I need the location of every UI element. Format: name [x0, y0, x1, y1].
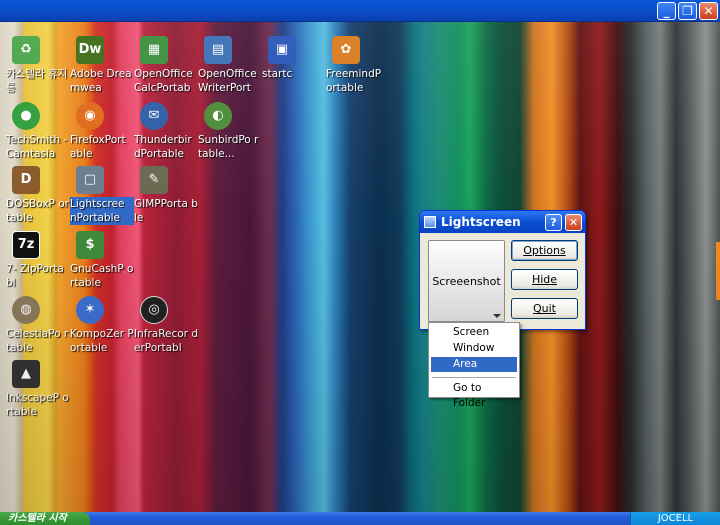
lightscreen-close-button[interactable]: ✕: [565, 214, 582, 231]
desktop-icon-dreamweaver[interactable]: Dw Adobe Dreamwea: [70, 36, 134, 95]
desktop-icon-infrarecorder[interactable]: ◎ InfraRecor derPortabl: [134, 296, 198, 355]
menu-item-area[interactable]: Area: [431, 357, 517, 372]
screenshot-menu: Screen Window Area Go to Folder: [428, 322, 520, 409]
lightscreen-title: Lightscreen: [441, 215, 521, 229]
firefox-icon: ◉: [76, 102, 104, 130]
quit-button[interactable]: Quit: [511, 298, 578, 319]
gnucash-icon: $: [76, 231, 104, 259]
celestia-icon: ◍: [12, 296, 40, 324]
7zip-icon: 7z: [12, 231, 40, 259]
desktop: ♻ 카스텔라 휴지통 ● TechSmith -Camtasia D DOSBo…: [0, 22, 720, 512]
desktop-icon-label: Adobe Dreamwea: [70, 68, 132, 94]
hide-button[interactable]: Hide: [511, 269, 578, 290]
desktop-icon-label: startc: [262, 68, 293, 80]
desktop-icon-sunbird[interactable]: ◐ SunbirdPo rtable...: [198, 102, 262, 161]
desktop-icon-recycle-bin[interactable]: ♻ 카스텔라 휴지통: [6, 36, 70, 95]
desktop-icon-label: KompoZer Portable: [70, 328, 134, 354]
desktop-icon-kompozer[interactable]: ✶ KompoZer Portable: [70, 296, 134, 355]
desktop-icon-7zip[interactable]: 7z 7- ZipPortabl: [6, 231, 70, 290]
thunderbird-icon: ✉: [140, 102, 168, 130]
desktop-icon-label: InkscapeP ortable: [6, 392, 69, 418]
lightscreen-window: Lightscreen ? ✕ Screeenshot Options Hide…: [419, 210, 586, 330]
infrarecorder-icon: ◎: [140, 296, 168, 324]
desktop-icon-camtasia[interactable]: ● TechSmith -Camtasia: [6, 102, 70, 161]
desktop-icon-startc[interactable]: ▣ startc: [262, 36, 326, 81]
desktop-icon-label: 7- ZipPortabl: [6, 263, 64, 289]
menu-separator: [432, 377, 516, 378]
gimp-icon: ✎: [140, 166, 168, 194]
desktop-icon-label: Thunderbir dPortable: [134, 134, 192, 160]
desktop-icon-label: OpenOffice CalcPortab: [134, 68, 193, 94]
desktop-icon-freemind[interactable]: ✿ FreemindP ortable: [326, 36, 390, 95]
lightscreen-icon: ▢: [76, 166, 104, 194]
window-title-bar: _ ❐ ✕: [0, 0, 720, 22]
butterfly-icon: ✿: [332, 36, 360, 64]
help-button[interactable]: ?: [545, 214, 562, 231]
desktop-icon-lightscreen[interactable]: ▢ Lightscree nPortable: [70, 166, 134, 225]
desktop-icon-gnucash[interactable]: $ GnuCashP ortable: [70, 231, 134, 290]
window-controls: _ ❐ ✕: [657, 2, 718, 20]
start-button[interactable]: 카스텔라 시작: [0, 512, 90, 525]
taskbar: 카스텔라 시작 JOCELL: [0, 512, 720, 525]
desktop-icon-label: FreemindP ortable: [326, 68, 382, 94]
desktop-icon-label: 카스텔라 휴지통: [6, 68, 68, 94]
dreamweaver-icon: Dw: [76, 36, 104, 64]
openoffice-calc-icon: ▦: [140, 36, 168, 64]
lightscreen-app-icon: [424, 216, 436, 228]
desktop-icon-firefox[interactable]: ◉ FirefoxPort able: [70, 102, 134, 161]
desktop-icon-openoffice-writer[interactable]: ▤ OpenOffice WriterPort: [198, 36, 262, 95]
camtasia-icon: ●: [12, 102, 40, 130]
desktop-icon-label: FirefoxPort able: [70, 134, 126, 160]
desktop-icon-label: CelestiaPo rtable: [6, 328, 69, 354]
desktop-icon-label: DOSBoxP ortable: [6, 198, 69, 224]
openoffice-writer-icon: ▤: [204, 36, 232, 64]
close-button[interactable]: ✕: [699, 2, 718, 20]
menu-item-go-to-folder[interactable]: Go to Folder: [431, 381, 517, 409]
edge-tab[interactable]: [716, 242, 720, 300]
screenshot-button[interactable]: Screeenshot: [428, 240, 505, 322]
desktop-icon-label: OpenOffice WriterPort: [198, 68, 257, 94]
desktop-icon-gimp[interactable]: ✎ GIMPPorta ble: [134, 166, 198, 225]
desktop-icon-celestia[interactable]: ◍ CelestiaPo rtable: [6, 296, 70, 355]
menu-item-window[interactable]: Window: [431, 341, 517, 356]
desktop-icon-thunderbird[interactable]: ✉ Thunderbir dPortable: [134, 102, 198, 161]
restore-button[interactable]: ❐: [678, 2, 697, 20]
lightscreen-title-bar[interactable]: Lightscreen ? ✕: [420, 211, 585, 233]
desktop-icon-inkscape[interactable]: ▲ InkscapeP ortable: [6, 360, 70, 419]
desktop-icon-openoffice-calc[interactable]: ▦ OpenOffice CalcPortab: [134, 36, 198, 95]
options-button[interactable]: Options: [511, 240, 578, 261]
menu-item-screen[interactable]: Screen: [431, 325, 517, 340]
sunbird-icon: ◐: [204, 102, 232, 130]
desktop-icon-label: TechSmith -Camtasia: [6, 134, 68, 160]
floppy-disk-icon: ▣: [268, 36, 296, 64]
desktop-icon-label: Lightscree nPortable: [70, 197, 134, 225]
system-tray: JOCELL: [630, 512, 720, 525]
recycle-bin-icon: ♻: [12, 36, 40, 64]
desktop-icon-dosbox[interactable]: D DOSBoxP ortable: [6, 166, 70, 225]
desktop-icon-label: InfraRecor derPortabl: [134, 328, 198, 354]
minimize-button[interactable]: _: [657, 2, 676, 20]
desktop-icon-label: SunbirdPo rtable...: [198, 134, 259, 160]
desktop-icon-label: GnuCashP ortable: [70, 263, 134, 289]
inkscape-icon: ▲: [12, 360, 40, 388]
dosbox-icon: D: [12, 166, 40, 194]
desktop-icon-label: GIMPPorta ble: [134, 198, 198, 224]
kompozer-icon: ✶: [76, 296, 104, 324]
